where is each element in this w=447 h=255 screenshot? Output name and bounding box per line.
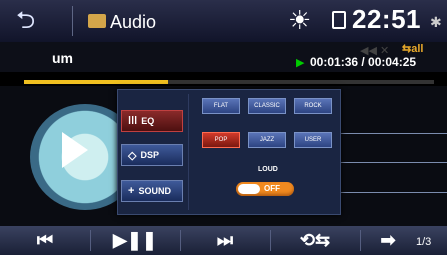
preset-label: ROCK xyxy=(304,103,322,109)
bluetooth-icon: ✱ xyxy=(430,14,442,30)
progress-fill xyxy=(24,80,168,84)
next-page-icon[interactable]: ➡ xyxy=(360,226,416,255)
top-bar: ⮌ Audio ☀ 22:51 ✱ xyxy=(0,0,447,42)
preset-label: POP xyxy=(214,137,228,143)
sound-button[interactable]: + SOUND xyxy=(121,180,183,202)
play-pause-icon[interactable]: ▶❚❚ xyxy=(90,226,180,255)
dsp-button[interactable]: ◇ DSP xyxy=(121,144,183,166)
preset-label: FLAT xyxy=(213,103,229,109)
preset-label: CLASSIC xyxy=(254,103,280,109)
sun-icon[interactable]: ☀ xyxy=(288,5,311,35)
previous-icon[interactable]: ⏮ xyxy=(0,226,90,255)
menu-column: ǀǀǀ EQ ◇ DSP + SOUND xyxy=(121,94,185,208)
page-title: Audio xyxy=(110,12,157,32)
dsp-label: DSP xyxy=(140,150,159,160)
eq-panel: ǀǀǀ EQ ◇ DSP + SOUND FLAT CLASSIC ROCK P… xyxy=(117,89,341,215)
progress-bar[interactable] xyxy=(24,80,434,84)
preset-classic-button[interactable]: CLASSIC xyxy=(248,98,286,114)
dsp-icon: ◇ xyxy=(128,149,137,162)
preset-flat-button[interactable]: FLAT xyxy=(202,98,240,114)
repeat-all-icon[interactable]: ⇆all xyxy=(402,42,423,55)
page-indicator: 1/3 xyxy=(416,236,432,248)
divider xyxy=(72,6,73,36)
track-time: 00:01:36 / 00:04:25 xyxy=(310,55,417,69)
eq-button[interactable]: ǀǀǀ EQ xyxy=(121,110,183,132)
next-icon[interactable]: ⏭ xyxy=(180,226,270,255)
repeat-mode-icon[interactable]: ⟲⇆ xyxy=(270,226,360,255)
panel-divider xyxy=(188,94,189,210)
disc-play-icon[interactable] xyxy=(62,132,88,168)
preset-label: JAZZ xyxy=(259,137,275,143)
play-indicator-icon: ▶ xyxy=(296,57,305,69)
sound-label: SOUND xyxy=(138,186,171,196)
track-title: um xyxy=(52,50,73,66)
eq-icon: ǀǀǀ xyxy=(128,115,138,127)
preset-user-button[interactable]: USER xyxy=(294,132,332,148)
back-icon[interactable]: ⮌ xyxy=(16,9,60,33)
sd-card-icon xyxy=(332,11,346,29)
clock: 22:51 xyxy=(352,4,421,34)
eq-label: EQ xyxy=(141,116,155,126)
loud-toggle[interactable]: OFF xyxy=(236,182,294,196)
preset-label: USER xyxy=(304,137,322,143)
loud-label: LOUD xyxy=(258,166,278,173)
preset-jazz-button[interactable]: JAZZ xyxy=(248,132,286,148)
folder-icon xyxy=(88,14,106,28)
preset-rock-button[interactable]: ROCK xyxy=(294,98,332,114)
toggle-state: OFF xyxy=(264,184,280,193)
repeat-label: all xyxy=(411,43,424,55)
control-bar: ⏮ ▶❚❚ ⏭ ⟲⇆ ➡ xyxy=(0,226,447,255)
preset-pop-button[interactable]: POP xyxy=(202,132,240,148)
toggle-knob xyxy=(238,184,260,194)
sound-icon: + xyxy=(128,185,135,197)
